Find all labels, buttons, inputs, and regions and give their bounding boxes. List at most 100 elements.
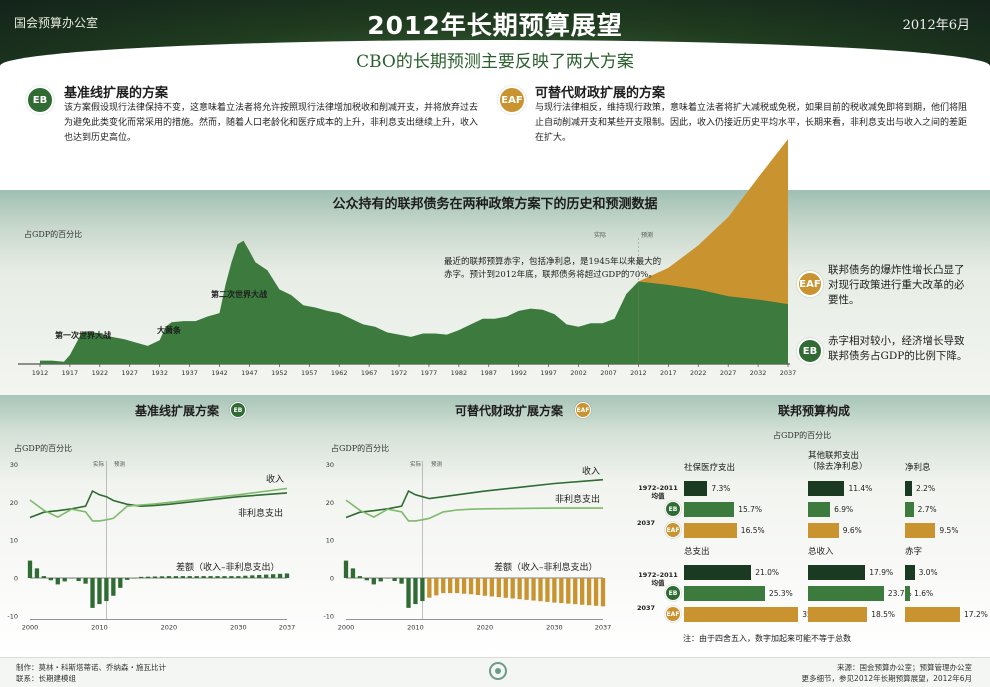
eaf-y-tick-label: 20 bbox=[326, 499, 334, 507]
eb-diff-bar bbox=[41, 576, 47, 578]
eaf-diff-bar bbox=[524, 578, 529, 600]
budget-group-title: 其他联邦支出 bbox=[808, 451, 860, 461]
eb-diff-bar bbox=[83, 578, 88, 584]
eb-diff-bar bbox=[97, 578, 102, 605]
budget-bar-value: 25.3% bbox=[768, 589, 793, 598]
budget-bar bbox=[684, 481, 708, 496]
eb-y-tick-label: 20 bbox=[10, 499, 18, 507]
eb-diff-bar bbox=[243, 575, 248, 578]
eb-y-tick-label: -10 bbox=[7, 612, 18, 620]
eb-diff-bar bbox=[208, 576, 213, 578]
budget-bar bbox=[808, 565, 866, 580]
budget-bar-value: 9.6% bbox=[842, 526, 862, 535]
eaf-row-badge-icon: EAF bbox=[665, 522, 681, 538]
footer-credits-1: 制作：莫林・科斯塔蒂诺、乔纳森・施瓦比计 bbox=[16, 663, 166, 672]
budget-bar bbox=[905, 481, 913, 496]
budget-bar bbox=[905, 607, 961, 622]
budget-bar-value: 7.3% bbox=[711, 484, 731, 493]
budget-bar bbox=[684, 607, 799, 622]
eaf-diff-bar bbox=[586, 578, 592, 606]
budget-bar-value: 2.2% bbox=[916, 484, 936, 493]
eb-y-tick-label: 0 bbox=[14, 575, 18, 583]
footer-source-1: 来源：国会预算办公室；预算管理办公室 bbox=[837, 663, 972, 672]
budget-bar-value: 17.2% bbox=[964, 610, 988, 619]
eaf-diff-bar bbox=[510, 578, 515, 599]
eaf-diff-bar bbox=[573, 578, 578, 605]
eb-diff-bar bbox=[257, 574, 262, 578]
budget-bar bbox=[808, 481, 845, 496]
eb-diff-bar bbox=[132, 578, 137, 579]
budget-group-title: 总收入 bbox=[808, 547, 834, 557]
eb-x-tick-label: 2010 bbox=[91, 624, 108, 632]
eaf-diff-bar bbox=[593, 578, 599, 606]
eb-diff-bar bbox=[250, 575, 255, 578]
budget-bar bbox=[808, 523, 839, 538]
eaf-diff-bar bbox=[475, 578, 481, 596]
eaf-diff-bar bbox=[531, 578, 536, 601]
budget-bar bbox=[808, 586, 884, 601]
eaf-x-tick-label: 2010 bbox=[407, 624, 424, 632]
eaf-diff-bar bbox=[489, 578, 495, 597]
budget-group-title: 总支出 bbox=[684, 547, 710, 557]
budget-unit-label: 占GDP的百分比 bbox=[773, 431, 832, 440]
eb-x-tick-label: 2037 bbox=[279, 624, 296, 632]
eb-diff-bar bbox=[264, 574, 269, 578]
eaf-diff-bar bbox=[454, 578, 460, 594]
eaf-diff-bar bbox=[357, 576, 363, 578]
eb-diff-bar bbox=[173, 576, 179, 578]
eb-diff-bar bbox=[125, 578, 130, 580]
budget-bar-value: 9.5% bbox=[939, 526, 959, 535]
eb-diff-bar bbox=[62, 578, 67, 582]
budget-bar bbox=[684, 586, 765, 601]
eaf-diff-bar bbox=[441, 578, 446, 594]
eb-diff-bar bbox=[111, 578, 116, 596]
eb-x-tick-label: 2020 bbox=[161, 624, 178, 632]
eb-diff-bar bbox=[76, 578, 81, 582]
budget-note: 注：由于四舍五入，数字加起来可能不等于总数 bbox=[683, 634, 851, 643]
eaf-diff-bar bbox=[468, 578, 474, 595]
budget-bar-value: 16.5% bbox=[740, 526, 765, 535]
eaf-diff-bar bbox=[552, 578, 557, 603]
footer-credits-2: 联系：长期建模组 bbox=[16, 674, 76, 683]
eb-diff-bar bbox=[222, 576, 227, 578]
eb-diff-bar bbox=[138, 576, 144, 578]
budget-proj-row-label-2: 2037 bbox=[636, 604, 656, 612]
budget-bar-value: 1.6% bbox=[914, 589, 934, 598]
eb-diff-bar bbox=[118, 578, 123, 588]
eaf-diff-bar bbox=[420, 578, 425, 602]
eaf-y-tick-label: 0 bbox=[330, 575, 334, 583]
budget-proj-row-label-1: 2037 bbox=[636, 519, 656, 527]
eb-diff-bar bbox=[27, 560, 33, 578]
eaf-diff-bar bbox=[364, 578, 369, 581]
budget-bar bbox=[905, 586, 911, 601]
budget-group-title: 社保医疗支出 bbox=[684, 463, 736, 473]
budget-bar-value: 15.7% bbox=[738, 505, 763, 514]
eaf-x-tick-label: 2020 bbox=[477, 624, 494, 632]
footer-source-2: 更多细节，参见2012年长期预算展望，2012年6月 bbox=[801, 674, 972, 683]
budget-bar bbox=[808, 607, 868, 622]
eb-diff-bar bbox=[180, 576, 185, 578]
eaf-diff-bar bbox=[378, 578, 383, 582]
eaf-diff-bar bbox=[559, 578, 564, 604]
budget-bar-value: 2.7% bbox=[917, 505, 937, 514]
eaf-y-tick-label: -10 bbox=[323, 612, 334, 620]
eaf-row-badge-icon: EAF bbox=[665, 606, 681, 622]
eb-row-badge-icon: EB bbox=[665, 501, 681, 517]
eaf-diff-bar bbox=[538, 578, 543, 602]
budget-bar bbox=[905, 502, 914, 517]
budget-hist-row-label-2: 1972–2011 均值 bbox=[638, 571, 678, 587]
eb-diff-bar bbox=[229, 576, 234, 578]
budget-bar-value: 11.4% bbox=[848, 484, 873, 493]
eaf-x-tick-label: 2000 bbox=[338, 624, 355, 632]
eaf-diff-bar bbox=[399, 578, 404, 584]
eb-diff-bar bbox=[145, 576, 151, 578]
eaf-diff-bar bbox=[392, 578, 397, 582]
budget-bar-value: 17.9% bbox=[869, 568, 894, 577]
eaf-diff-bar bbox=[600, 578, 606, 607]
eaf-diff-bar bbox=[517, 578, 522, 600]
eaf-diff-bar bbox=[406, 578, 411, 608]
eaf-diff-bar bbox=[371, 578, 376, 585]
eb-diff-bar bbox=[152, 576, 158, 578]
eaf-diff-bar bbox=[496, 578, 501, 598]
eb-diff-bar bbox=[270, 574, 276, 578]
